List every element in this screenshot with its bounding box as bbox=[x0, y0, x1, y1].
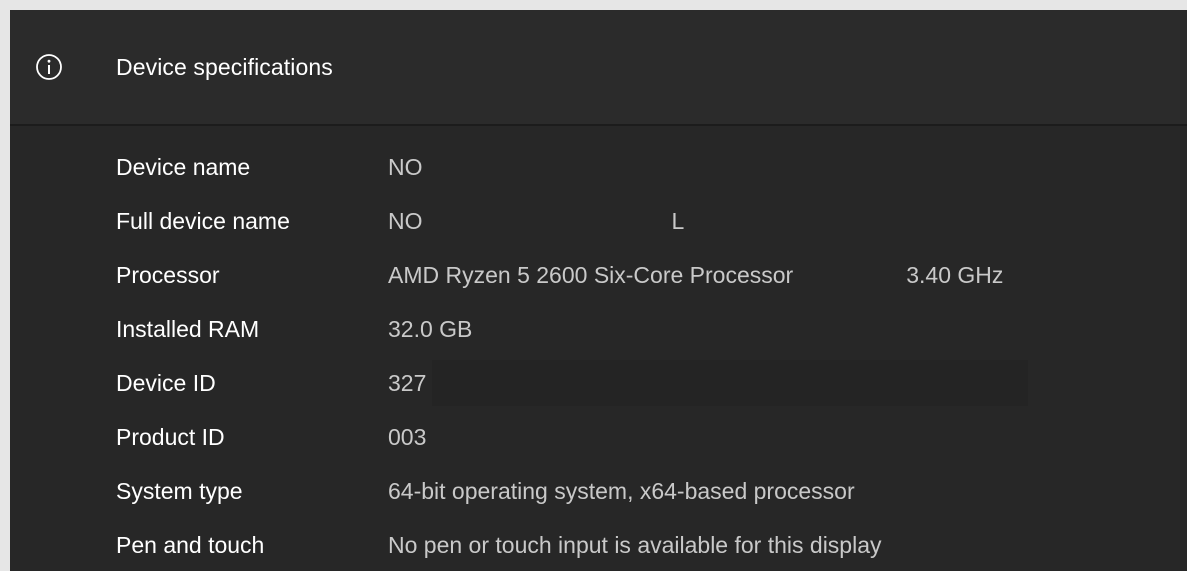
section-title: Device specifications bbox=[116, 53, 333, 80]
spec-value[interactable]: No pen or touch input is available for t… bbox=[388, 532, 882, 559]
spec-value[interactable]: AMD Ryzen 5 2600 Six-Core Processor 3.40… bbox=[388, 262, 1003, 289]
spec-value[interactable]: NO L bbox=[388, 208, 684, 235]
spec-label: Pen and touch bbox=[116, 532, 265, 558]
spec-value[interactable]: NO bbox=[388, 154, 423, 181]
spec-row-pen-and-touch: Pen and touch No pen or touch input is a… bbox=[116, 532, 1028, 571]
spec-value[interactable]: 327 bbox=[388, 360, 1029, 406]
spec-row-processor: Processor AMD Ryzen 5 2600 Six-Core Proc… bbox=[116, 262, 1028, 316]
processor-value[interactable]: AMD Ryzen 5 2600 Six-Core Processor bbox=[388, 262, 793, 289]
spec-label: Product ID bbox=[116, 424, 225, 450]
full-device-name-value[interactable]: NO bbox=[388, 208, 423, 235]
spec-value[interactable]: 003 bbox=[388, 424, 426, 451]
spec-value[interactable]: 32.0 GB bbox=[388, 316, 472, 343]
spec-row-device-id: Device ID 327 bbox=[116, 360, 1029, 424]
processor-speed[interactable]: 3.40 GHz bbox=[906, 262, 1003, 289]
spec-row-system-type: System type 64-bit operating system, x64… bbox=[116, 478, 1028, 532]
redacted-block bbox=[432, 360, 1029, 406]
pen-and-touch-value[interactable]: No pen or touch input is available for t… bbox=[388, 532, 882, 559]
product-id-value[interactable]: 003 bbox=[388, 424, 426, 451]
device-specifications-panel: Device specifications Device name NO Ful… bbox=[10, 10, 1187, 571]
spec-value[interactable]: 64-bit operating system, x64-based proce… bbox=[388, 478, 855, 505]
spec-list: Device name NO Full device name NO L Pro… bbox=[116, 154, 1029, 571]
spec-label: Device name bbox=[116, 154, 251, 180]
spec-label: System type bbox=[116, 478, 243, 504]
spec-label: Full device name bbox=[116, 208, 290, 234]
spec-label: Processor bbox=[116, 262, 220, 288]
spec-row-product-id: Product ID 003 bbox=[116, 424, 1028, 478]
spec-label: Installed RAM bbox=[116, 316, 260, 342]
spec-row-device-name: Device name NO bbox=[116, 154, 1028, 208]
spec-row-full-device-name: Full device name NO L bbox=[116, 208, 1028, 262]
full-device-name-suffix[interactable]: L bbox=[672, 208, 685, 235]
device-id-value[interactable]: 327 bbox=[388, 370, 426, 406]
device-name-value[interactable]: NO bbox=[388, 154, 423, 181]
installed-ram-value[interactable]: 32.0 GB bbox=[388, 316, 472, 343]
info-icon bbox=[35, 53, 63, 81]
spec-label: Device ID bbox=[116, 370, 216, 396]
device-specifications-header[interactable]: Device specifications bbox=[10, 10, 1187, 126]
system-type-value[interactable]: 64-bit operating system, x64-based proce… bbox=[388, 478, 855, 505]
